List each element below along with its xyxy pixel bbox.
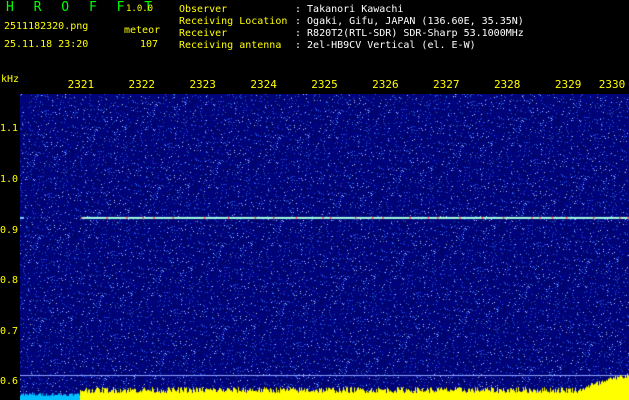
header-panel: H R O F F T 1.0.0 2511182320.png meteor … [0, 0, 629, 74]
y-tick-label: 1.0 [0, 173, 19, 185]
location-label: Receiving Location [179, 16, 288, 27]
x-tick-label: 2325 [311, 78, 338, 91]
x-tick-label: 2321 [67, 78, 95, 91]
meteor-count: 107 [140, 39, 159, 50]
observer-label: Observer [179, 4, 228, 15]
app-version: 1.0.0 [126, 4, 154, 14]
x-tick-label: 2330 [598, 78, 626, 91]
y-tick-label: 0.8 [0, 275, 19, 287]
antenna-label: Receiving antenna [179, 40, 282, 51]
datetime: 25.11.18 23:20 [4, 39, 89, 50]
y-tick-label: 1.1 [0, 123, 19, 135]
y-tick-label: 0.9 [0, 224, 19, 236]
x-tick-label: 2324 [250, 78, 277, 91]
x-tick-label: 2327 [433, 78, 460, 91]
receiver-label: Receiver [179, 28, 228, 39]
y-tick-label: 0.7 [0, 325, 19, 337]
x-axis-ticks: 2321 2322 2323 2324 2325 2326 2327 2328 2329 2330 [0, 79, 629, 93]
y-tick-label: 0.6 [0, 376, 19, 388]
x-tick-label: 2323 [189, 78, 216, 91]
file-name: 2511182320.png [4, 21, 89, 32]
x-tick-label: 2328 [493, 78, 521, 91]
x-tick-label: 2322 [128, 78, 156, 91]
receiver-value: : R820T2(RTL-SDR) SDR-Sharp 53.1000MHz [295, 28, 524, 39]
type-label: meteor [124, 25, 161, 36]
x-tick-label: 2326 [372, 78, 399, 91]
location-value: : Ogaki, Gifu, JAPAN (136.60E, 35.35N) [295, 16, 524, 27]
spectrogram [20, 94, 629, 400]
observer-value: : Takanori Kawachi [295, 4, 404, 15]
antenna-value: : 2el-HB9CV Vertical (el. E-W) [295, 40, 476, 51]
x-tick-label: 2329 [554, 78, 582, 91]
